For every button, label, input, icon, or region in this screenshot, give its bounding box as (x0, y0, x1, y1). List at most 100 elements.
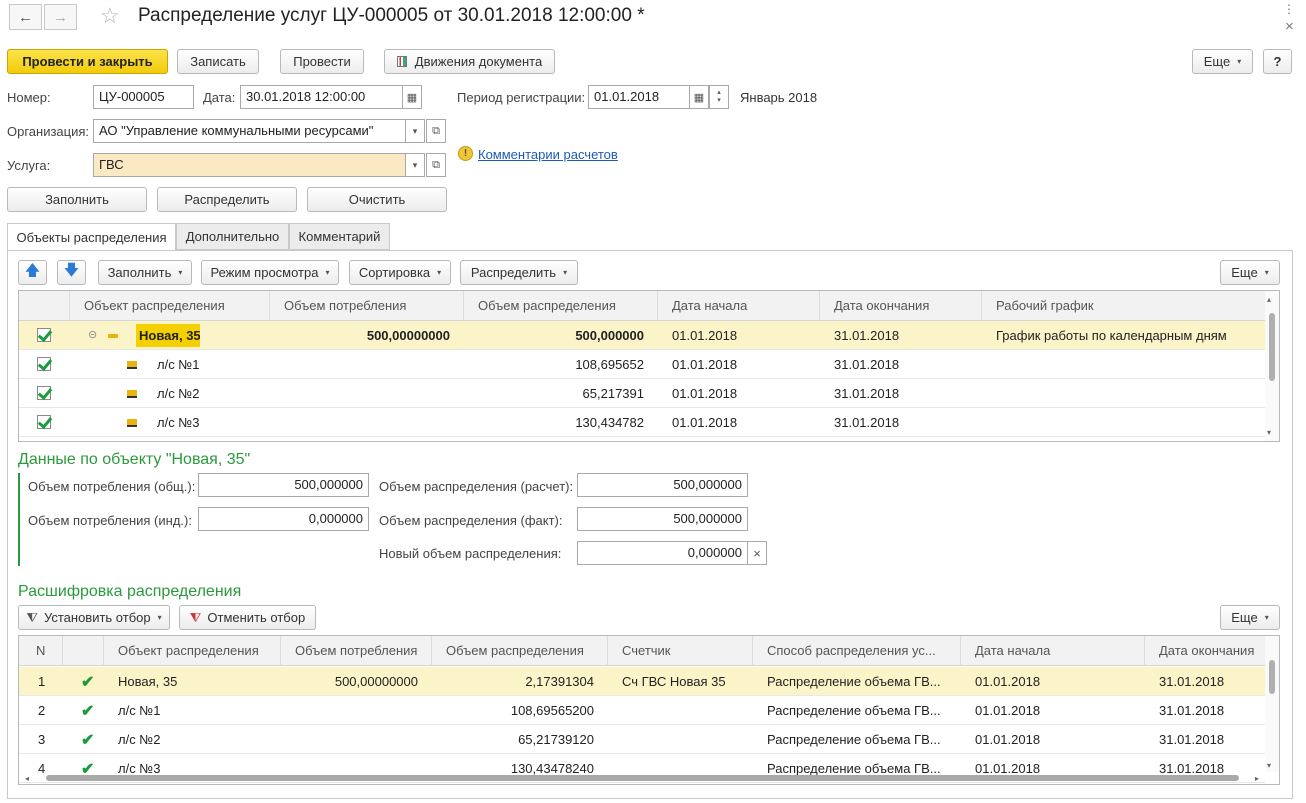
header-consumption[interactable]: Объем потребления (270, 291, 464, 321)
header-end-date[interactable]: Дата окончания (820, 291, 982, 321)
new-distribution-field[interactable]: 0,000000 (577, 541, 748, 565)
scroll-down-icon[interactable]: ▾ (1267, 428, 1271, 437)
end-date-cell: 31.01.2018 (1159, 674, 1225, 689)
header-distribution[interactable]: Объем распределения (464, 291, 658, 321)
comments-link[interactable]: Комментарии расчетов (478, 147, 618, 162)
header-end-date[interactable]: Дата окончания (1145, 636, 1267, 666)
horizontal-scrollbar[interactable] (46, 775, 1239, 781)
method-cell: Распределение объема ГВ... (767, 703, 941, 718)
post-button[interactable]: Провести (280, 49, 364, 74)
new-distribution-label: Новый объем распределения: (379, 546, 562, 561)
objects-more-button[interactable]: Еще ▾ (1220, 260, 1280, 285)
object-cell: л/с №1 (157, 357, 200, 372)
breakdown-table-scrollbar[interactable]: ▾ (1265, 636, 1279, 772)
more-button[interactable]: Еще ▾ (1192, 49, 1253, 74)
period-field[interactable]: 01.01.2018 (588, 85, 690, 109)
header-start-date[interactable]: Дата начала (658, 291, 820, 321)
set-filter-button[interactable]: ⧨ Установить отбор ▾ (18, 605, 170, 630)
header-method[interactable]: Способ распределения ус... (753, 636, 961, 666)
arrow-down-icon: 🡇 (63, 262, 80, 279)
sort-button[interactable]: Сортировка ▾ (349, 260, 451, 285)
organization-open-icon[interactable]: ⧉ (426, 119, 446, 143)
move-down-button[interactable]: 🡇 (57, 260, 86, 285)
move-up-button[interactable]: 🡅 (18, 260, 47, 285)
distribution-calc-label: Объем распределения (расчет): (379, 479, 574, 494)
calendar-icon[interactable]: ▦ (402, 85, 422, 109)
scroll-left-icon[interactable]: ◂ (25, 774, 29, 783)
header-object[interactable]: Объект распределения (104, 636, 281, 666)
tab-additional[interactable]: Дополнительно (176, 223, 289, 250)
post-and-close-button[interactable]: Провести и закрыть (7, 49, 168, 74)
object-cell: л/с №1 (118, 703, 161, 718)
help-button[interactable]: ? (1263, 49, 1292, 74)
objects-table-scrollbar[interactable]: ▴ ▾ (1265, 291, 1279, 441)
scroll-down-icon[interactable]: ▾ (1267, 761, 1271, 770)
report-icon (396, 56, 407, 67)
fill-button[interactable]: Заполнить (7, 187, 147, 212)
document-movements-button[interactable]: Движения документа (384, 49, 555, 74)
back-button[interactable]: ← (9, 4, 42, 30)
period-spinner[interactable]: ▴ ▾ (709, 85, 729, 109)
consumption-ind-field[interactable]: 0,000000 (198, 507, 369, 531)
row-checkbox[interactable] (37, 328, 51, 342)
distribution-fact-field[interactable]: 500,000000 (577, 507, 748, 531)
distribution-calc-field[interactable]: 500,000000 (577, 473, 748, 497)
objects-more-label: Еще (1231, 265, 1258, 280)
forward-button[interactable]: → (44, 4, 77, 30)
clear-icon[interactable]: × (747, 541, 767, 565)
table-row[interactable]: л/с №3 130,434782 01.01.2018 31.01.2018 (19, 408, 1265, 437)
row-checkbox[interactable] (37, 415, 51, 429)
header-distribution[interactable]: Объем распределения (432, 636, 608, 666)
period-calendar-icon[interactable]: ▦ (689, 85, 709, 109)
view-mode-label: Режим просмотра (210, 265, 319, 280)
date-field[interactable]: 30.01.2018 12:00:00 (240, 85, 403, 109)
row-checkbox[interactable] (37, 357, 51, 371)
scroll-thumb[interactable] (1269, 660, 1275, 694)
objects-fill-button[interactable]: Заполнить ▾ (98, 260, 192, 285)
objects-table-header: Объект распределения Объем потребления О… (19, 291, 1265, 321)
header-n[interactable]: N (19, 636, 63, 666)
distribute-button[interactable]: Распределить (157, 187, 297, 212)
header-object[interactable]: Объект распределения (70, 291, 270, 321)
clear-button[interactable]: Очистить (307, 187, 447, 212)
info-icon: ! (458, 146, 473, 161)
header-meter[interactable]: Счетчик (608, 636, 753, 666)
tab-objects[interactable]: Объекты распределения (7, 223, 176, 251)
objects-table[interactable]: Объект распределения Объем потребления О… (18, 290, 1280, 442)
save-button[interactable]: Записать (177, 49, 259, 74)
table-row[interactable]: 2 ✔ л/с №1 108,69565200 Распределение об… (19, 696, 1265, 725)
cancel-filter-label: Отменить отбор (207, 610, 306, 625)
menu-icon[interactable]: ⋮ (1283, 2, 1295, 16)
chevron-down-icon: ▾ (325, 268, 330, 277)
collapse-icon[interactable]: ⊝ (88, 328, 97, 341)
breakdown-more-button[interactable]: Еще ▾ (1220, 605, 1280, 630)
header-start-date[interactable]: Дата начала (961, 636, 1145, 666)
table-row[interactable]: л/с №1 108,695652 01.01.2018 31.01.2018 (19, 350, 1265, 379)
scroll-up-icon[interactable]: ▴ (1267, 295, 1271, 304)
objects-distribute-button[interactable]: Распределить ▾ (460, 260, 578, 285)
table-row[interactable]: ⊝ Новая, 35 500,00000000 500,000000 01.0… (19, 321, 1265, 350)
tab-comment[interactable]: Комментарий (289, 223, 390, 250)
cancel-filter-button[interactable]: ⧨ Отменить отбор (179, 605, 316, 630)
favorite-star-icon[interactable]: ☆ (100, 3, 120, 29)
close-icon[interactable]: × (1285, 18, 1294, 35)
organization-dropdown-icon[interactable]: ▾ (405, 119, 425, 143)
table-row[interactable]: 3 ✔ л/с №2 65,21739120 Распределение объ… (19, 725, 1265, 754)
header-consumption[interactable]: Объем потребления (281, 636, 432, 666)
header-schedule[interactable]: Рабочий график (982, 291, 1267, 321)
consumption-total-field[interactable]: 500,000000 (198, 473, 369, 497)
scroll-thumb[interactable] (1269, 313, 1275, 381)
scroll-right-icon[interactable]: ▸ (1255, 774, 1259, 783)
view-mode-button[interactable]: Режим просмотра ▾ (201, 260, 339, 285)
service-open-icon[interactable]: ⧉ (426, 153, 446, 177)
table-row[interactable]: 1 ✔ Новая, 35 500,00000000 2,17391304 Сч… (19, 667, 1265, 696)
breakdown-table[interactable]: N Объект распределения Объем потребления… (18, 635, 1280, 785)
table-row[interactable]: л/с №2 65,217391 01.01.2018 31.01.2018 (19, 379, 1265, 408)
number-field[interactable]: ЦУ-000005 (93, 85, 194, 109)
organization-field[interactable]: АО "Управление коммунальными ресурсами" (93, 119, 406, 143)
breakdown-more-label: Еще (1231, 610, 1258, 625)
row-checkbox[interactable] (37, 386, 51, 400)
date-label: Дата: (203, 90, 236, 105)
service-field[interactable]: ГВС (93, 153, 406, 177)
service-dropdown-icon[interactable]: ▾ (405, 153, 425, 177)
